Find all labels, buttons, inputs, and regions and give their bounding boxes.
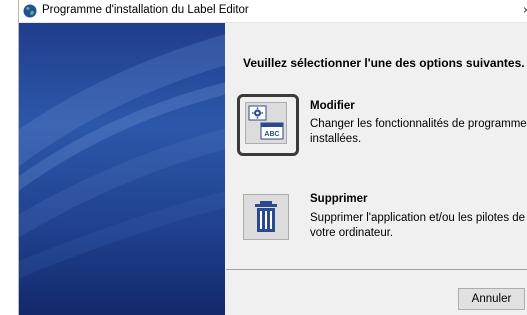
modify-icon-tile: ABC	[245, 102, 287, 144]
trash-icon	[255, 201, 277, 232]
main-panel: Veuillez sélectionner l'une des options …	[226, 23, 527, 315]
side-banner	[19, 23, 225, 315]
installer-window: Programme d'installation du Label Editor…	[18, 0, 527, 315]
cancel-button[interactable]: Annuler	[458, 288, 525, 310]
remove-icon-tile	[243, 194, 289, 240]
footer-divider	[226, 269, 527, 270]
modify-button[interactable]: ABC	[237, 94, 299, 156]
modify-description: Changer les fonctionnalités de programme…	[310, 118, 527, 145]
close-button[interactable]: ×	[523, 3, 527, 17]
remove-button[interactable]	[240, 191, 292, 243]
app-globe-icon	[23, 4, 37, 18]
side-banner-graphic	[19, 34, 225, 279]
remove-title: Supprimer	[310, 193, 368, 205]
instruction-heading: Veuillez sélectionner l'une des options …	[243, 56, 525, 70]
abc-icon-text: ABC	[264, 131, 279, 138]
modify-gear-abc-icon: ABC	[248, 105, 284, 140]
title-bar[interactable]: Programme d'installation du Label Editor…	[19, 0, 527, 23]
remove-description: Supprimer l'application et/ou les pilote…	[310, 212, 526, 239]
window-title: Programme d'installation du Label Editor	[42, 4, 249, 16]
modify-title: Modifier	[310, 100, 355, 112]
